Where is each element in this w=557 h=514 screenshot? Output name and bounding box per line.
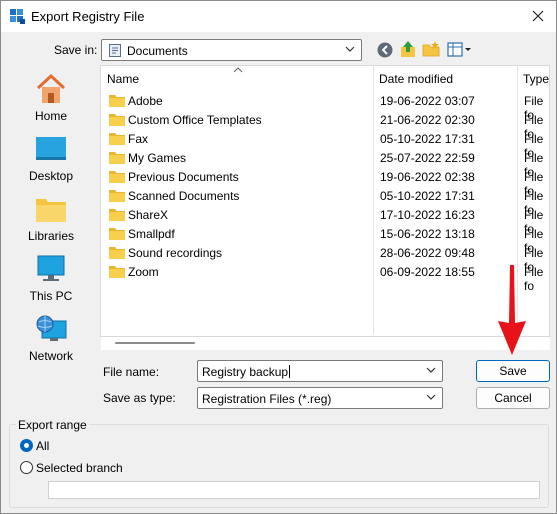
file-name-cell: Adobe [128,94,163,108]
documents-icon [109,44,121,57]
file-name-cell: Scanned Documents [128,189,240,203]
place-this-pc[interactable]: This PC [11,253,91,309]
date-modified-cell: 28-06-2022 09:48 [380,246,475,260]
this-pc-icon [37,255,65,281]
annotation-arrow [498,265,526,355]
selected-branch-input[interactable] [48,481,540,499]
place-label-network: Network [28,349,73,363]
window-title: Export Registry File [31,9,145,24]
title-bar: Export Registry File [1,1,556,32]
table-row[interactable]: Custom Office Templates 21-06-2022 02:30 F… [101,111,549,141]
file-name-cell: Fax [128,132,149,146]
table-row[interactable]: Fax 05-10-2022 17:31 File fo [101,130,549,160]
back-icon[interactable] [376,41,394,59]
place-desktop[interactable]: Desktop [11,133,91,189]
folder-icon [109,266,125,278]
folder-icon [109,114,125,126]
folder-icon [109,133,125,145]
file-name-cell: Custom Office Templates [128,113,262,127]
date-modified-cell: 05-10-2022 17:31 [380,132,475,146]
file-name-cell: Smallpdf [128,227,175,241]
file-name-cell: Zoom [128,265,159,279]
places-bar: Home Desktop Libraries This PC Network [11,65,91,375]
column-header-name-label: Name [107,72,140,86]
view-menu-icon[interactable] [447,41,473,59]
date-modified-cell: 06-09-2022 18:55 [380,265,475,279]
up-folder-icon[interactable] [399,40,417,58]
file-name-cell: Previous Documents [128,170,239,184]
date-modified-cell: 21-06-2022 02:30 [380,113,475,127]
folder-icon [109,95,125,107]
text-cursor [289,365,291,378]
horizontal-scrollbar[interactable] [101,337,550,350]
date-modified-cell: 15-06-2022 13:18 [380,227,475,241]
file-name-cell: Sound recordings [128,246,223,260]
registry-editor-icon [10,9,25,24]
date-modified-cell: 19-06-2022 03:07 [380,94,475,108]
export-range-legend: Export range [16,418,89,432]
table-row[interactable]: ShareX 17-10-2022 16:23 File fo [101,206,549,236]
libraries-icon [36,199,66,222]
file-name-label: File name: [103,365,160,379]
save-in-dropdown[interactable]: Documents [101,39,362,61]
radio-selected-branch[interactable] [20,461,33,474]
save-as-type-dropdown[interactable]: Registration Files (*.reg) [197,387,443,409]
export-registry-dialog: Export Registry File Save in: Documents [0,0,557,514]
place-home[interactable]: Home [11,73,91,129]
file-name-text: Registry backup [202,365,289,379]
folder-icon [109,209,125,221]
date-modified-cell: 17-10-2022 16:23 [380,208,475,222]
folder-icon [109,247,125,259]
folder-icon [109,152,125,164]
radio-all[interactable] [20,439,33,452]
table-row[interactable]: Adobe 19-06-2022 03:07 File fo [101,92,549,122]
network-icon [36,315,67,341]
file-name-cell: ShareX [128,208,169,222]
place-network[interactable]: Network [11,313,91,369]
file-list[interactable]: Name Date modified Type Adobe 19-06-2022 … [100,65,550,337]
place-libraries[interactable]: Libraries [11,193,91,249]
save-in-label: Save in: [54,43,98,57]
date-modified-cell: 19-06-2022 02:38 [380,170,475,184]
column-header-date-label: Date modified [379,72,454,86]
save-in-value: Documents [127,44,188,58]
close-button[interactable] [526,4,550,28]
table-row[interactable]: Smallpdf 15-06-2022 13:18 File fo [101,225,549,255]
folder-icon [109,228,125,240]
place-label-libraries: Libraries [27,229,75,243]
table-row[interactable]: Zoom 06-09-2022 18:55 File fo [101,263,549,293]
table-row[interactable]: Sound recordings 28-06-2022 09:48 File fo [101,244,549,274]
save-as-type-label: Save as type: [103,391,176,405]
chevron-down-icon [426,394,436,400]
column-header-type[interactable]: Type [517,66,550,90]
table-row[interactable]: Previous Documents 19-06-2022 02:38 File f… [101,168,549,198]
chevron-down-icon[interactable] [426,366,436,374]
save-as-type-value: Registration Files (*.reg) [202,392,332,406]
column-header-name[interactable]: Name [101,66,373,90]
save-button[interactable]: Save [476,360,550,382]
file-name-cell: My Games [128,151,187,165]
place-label-this-pc: This PC [29,289,73,303]
file-name-value: Registry backup [202,365,291,379]
cancel-button[interactable]: Cancel [476,387,550,409]
file-name-field[interactable]: Registry backup [197,360,443,382]
home-icon [36,73,66,103]
place-label-desktop: Desktop [28,169,74,183]
table-row[interactable]: My Games 25-07-2022 22:59 File fo [101,149,549,179]
desktop-icon [36,137,66,160]
place-label-home: Home [34,109,67,123]
chevron-down-icon [345,46,355,52]
date-modified-cell: 05-10-2022 17:31 [380,189,475,203]
folder-icon [109,171,125,183]
column-header-date[interactable]: Date modified [373,66,517,90]
scrollbar-thumb[interactable] [115,342,195,344]
table-row[interactable]: Scanned Documents 05-10-2022 17:31 File fo [101,187,549,217]
radio-all-label[interactable]: All [36,439,49,453]
column-header-type-label: Type [523,72,550,86]
folder-icon [109,190,125,202]
radio-selected-branch-label[interactable]: Selected branch [36,461,123,475]
close-icon [532,10,544,22]
date-modified-cell: 25-07-2022 22:59 [380,151,475,165]
new-folder-icon[interactable] [422,40,440,58]
